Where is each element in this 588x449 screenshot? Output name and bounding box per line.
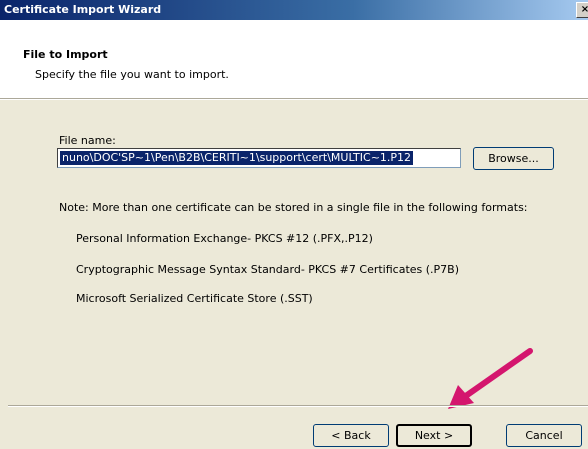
format-item-sst: Microsoft Serialized Certificate Store (… [76, 292, 313, 305]
back-button[interactable]: < Back [313, 424, 389, 447]
footer-divider [8, 405, 588, 407]
header-divider [0, 98, 588, 100]
next-button[interactable]: Next > [396, 424, 472, 447]
window-title: Certificate Import Wizard [4, 3, 162, 16]
format-note: Note: More than one certificate can be s… [59, 201, 528, 214]
file-name-input[interactable]: nuno\DOC'SP~1\Pen\B2B\CERITI~1\support\c… [57, 148, 461, 168]
close-button[interactable]: × [576, 2, 588, 18]
arrow-shaft [457, 348, 533, 403]
wizard-header: File to Import Specify the file you want… [0, 20, 588, 98]
file-name-selected-text: nuno\DOC'SP~1\Pen\B2B\CERITI~1\support\c… [60, 151, 414, 165]
browse-button[interactable]: Browse... [473, 147, 554, 170]
page-subtitle: Specify the file you want to import. [35, 68, 229, 81]
format-item-p7b: Cryptographic Message Syntax Standard- P… [76, 263, 460, 276]
file-name-label: File name: [59, 134, 116, 147]
cancel-button[interactable]: Cancel [506, 424, 582, 447]
title-bar: Certificate Import Wizard × [0, 0, 588, 20]
format-item-pfx: Personal Information Exchange- PKCS #12 … [76, 232, 373, 245]
page-title: File to Import [23, 48, 108, 61]
